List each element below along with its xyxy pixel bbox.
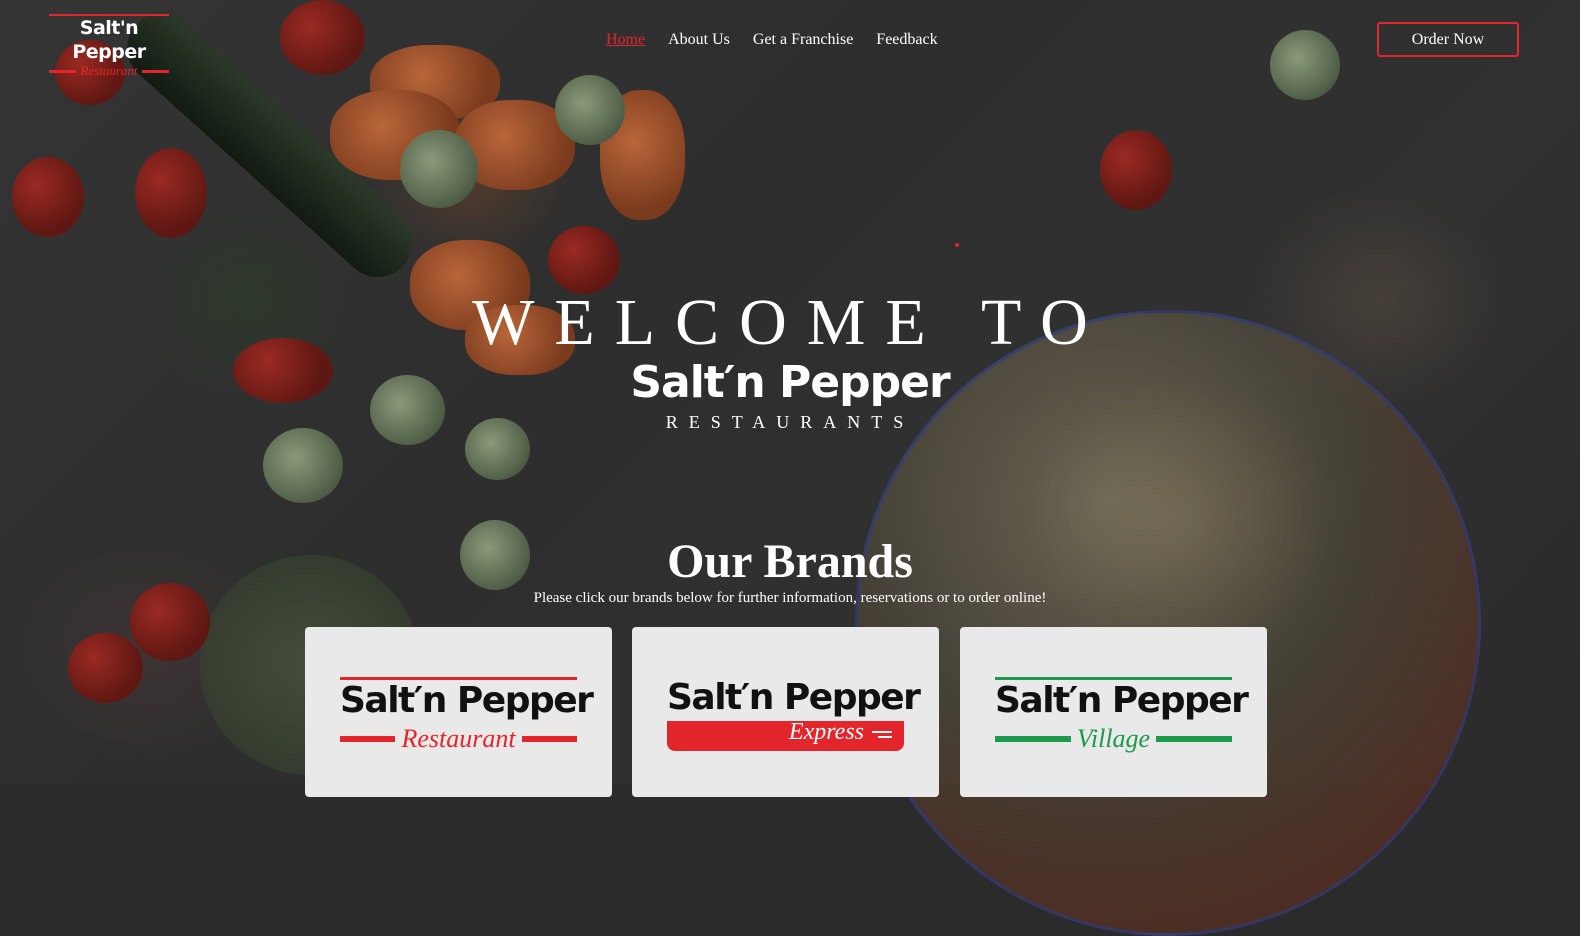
brand-card-main-text: Salt′n Pepper bbox=[340, 680, 594, 721]
decorative-dot bbox=[955, 243, 959, 247]
brands-subtitle: Please click our brands below for furthe… bbox=[533, 590, 1047, 606]
nav-get-a-franchise[interactable]: Get a Franchise bbox=[753, 31, 853, 49]
logo-sub-text: Restaurant bbox=[80, 63, 138, 78]
brand-card-express[interactable]: Salt′n Pepper Express bbox=[632, 627, 939, 797]
brand-card-village[interactable]: Salt′n Pepper Village bbox=[960, 627, 1267, 797]
brand-card-main-text: Salt′n Pepper bbox=[995, 680, 1249, 721]
hero-welcome-heading: WELCOME TO bbox=[472, 286, 1108, 359]
brand-card-sub-text: Express bbox=[788, 719, 864, 745]
site-logo[interactable]: Salt'n Pepper Restaurant bbox=[49, 14, 169, 78]
logo-main-text: Salt'n Pepper bbox=[72, 17, 146, 63]
order-now-button[interactable]: Order Now bbox=[1377, 22, 1519, 57]
nav-about-us[interactable]: About Us bbox=[668, 31, 730, 49]
brand-card-sub-text: Village bbox=[1076, 724, 1151, 753]
brand-card-restaurant[interactable]: Salt′n Pepper Restaurant bbox=[305, 627, 612, 797]
main-nav: Home About Us Get a Franchise Feedback bbox=[606, 31, 938, 49]
brands-title: Our Brands bbox=[667, 535, 913, 588]
brand-card-main-text: Salt′n Pepper bbox=[667, 677, 921, 718]
nav-home[interactable]: Home bbox=[606, 31, 645, 49]
hero-brand-logo: Salt′n Pepper bbox=[630, 357, 950, 408]
hero-tagline: RESTAURANTS bbox=[665, 412, 915, 432]
brand-card-sub-text: Restaurant bbox=[401, 724, 516, 753]
nav-feedback[interactable]: Feedback bbox=[876, 31, 937, 49]
